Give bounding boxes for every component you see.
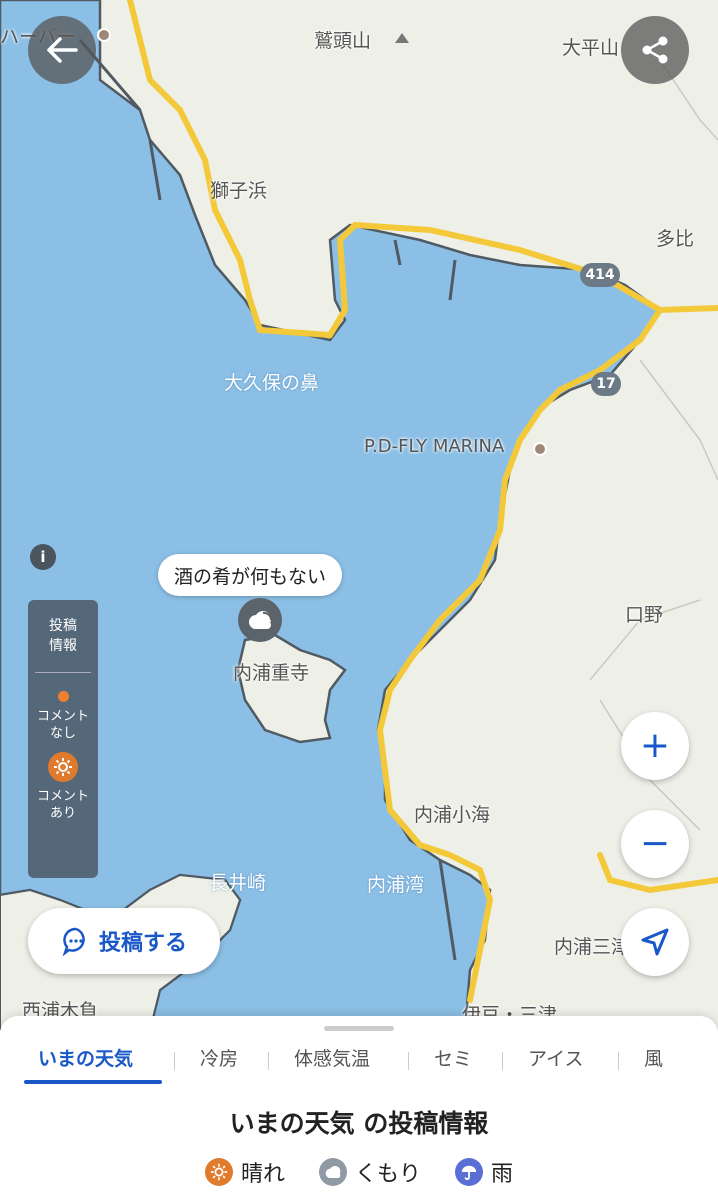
navigation-arrow-icon (641, 928, 669, 956)
weather-legend: 晴れ くもり 雨 (0, 1156, 718, 1188)
share-icon (642, 36, 668, 64)
minus-icon: − (639, 823, 671, 864)
tab-separator (502, 1052, 503, 1070)
share-button[interactable] (621, 16, 689, 84)
tab-separator (408, 1052, 409, 1070)
place-label-uchiurawan: 内浦湾 (367, 874, 425, 896)
legend-title-line1: 投稿 (49, 618, 77, 634)
post-button[interactable]: 投稿する (28, 908, 220, 974)
tab-wind[interactable]: 風 (644, 1042, 663, 1086)
map-graphics (0, 0, 718, 1032)
legend-no-comment: コメント なし (28, 708, 98, 742)
weather-legend-rain-label: 雨 (491, 1162, 514, 1187)
locate-button[interactable] (621, 908, 689, 976)
post-button-label: 投稿する (98, 931, 187, 956)
zoom-in-button[interactable]: + (621, 712, 689, 780)
place-label-ohira: 大平山 (562, 37, 620, 59)
legend-divider (35, 672, 91, 673)
legend-title-line2: 情報 (49, 638, 77, 654)
harbor-marker (97, 28, 111, 42)
tab-separator (618, 1052, 619, 1070)
plus-icon: + (639, 725, 671, 766)
place-label-juji: 内浦重寺 (233, 662, 310, 684)
weather-legend-rain: 雨 (455, 1156, 513, 1188)
sheet-title: いまの天気 の投稿情報 (229, 1109, 489, 1138)
weather-legend-sunny-label: 晴れ (240, 1162, 285, 1187)
map-canvas[interactable]: ハーバー 鷲頭山 大平山 獅子浜 多比 大久保の鼻 P.D-FLY MARINA… (0, 0, 718, 1032)
place-label-shishihama: 獅子浜 (210, 180, 268, 202)
weather-legend-sunny: 晴れ (204, 1156, 285, 1188)
route-shield-17: 17 (591, 372, 621, 396)
active-tab-indicator (24, 1080, 162, 1084)
legend-title: 投稿 情報 (28, 616, 98, 656)
post-legend-panel: 投稿 情報 コメント なし コメント あり (28, 600, 98, 878)
arrow-left-icon (47, 37, 78, 63)
place-label-washizu: 鷲頭山 (314, 30, 372, 52)
place-label-tai: 多比 (656, 228, 695, 250)
post-marker[interactable] (238, 598, 282, 642)
place-label-mito: 内浦三津 (554, 936, 631, 958)
tab-cicada[interactable]: セミ (434, 1042, 472, 1086)
route-shield-414: 414 (580, 263, 620, 287)
cloudy-icon (249, 611, 273, 629)
add-comment-icon (62, 927, 85, 956)
mountain-icon (395, 33, 409, 43)
umbrella-icon (455, 1158, 483, 1186)
legend-no-comment-line1: コメント (36, 709, 89, 724)
weather-legend-cloudy-label: くもり (354, 1162, 421, 1187)
post-bubble[interactable]: 酒の肴が何もない (158, 554, 343, 596)
legend-comment-line1: コメント (36, 789, 89, 804)
bottom-sheet: いまの天気 冷房 体感気温 セミ アイス 風 いまの天気 の投稿情報 晴れ くも… (0, 1016, 718, 1200)
post-bubble-text: 酒の肴が何もない (174, 565, 327, 588)
info-icon[interactable]: i (30, 544, 56, 570)
legend-comment-line2: あり (49, 806, 76, 821)
back-button[interactable] (28, 16, 96, 84)
marina-marker (533, 442, 547, 456)
place-label-nagaizaki: 長井崎 (209, 872, 267, 894)
weather-legend-cloudy: くもり (318, 1156, 421, 1188)
sheet-drag-handle[interactable] (324, 1026, 394, 1031)
place-label-okubo: 大久保の鼻 (224, 372, 320, 394)
legend-comment: コメント あり (28, 788, 98, 822)
tab-ice[interactable]: アイス (528, 1042, 583, 1086)
tab-cooling[interactable]: 冷房 (200, 1042, 238, 1086)
no-comment-dot-icon (57, 691, 69, 702)
sun-icon (204, 1158, 233, 1186)
legend-no-comment-line2: なし (49, 726, 76, 741)
place-label-marina: P.D-FLY MARINA (364, 436, 505, 457)
place-label-kuchino: 口野 (625, 604, 664, 626)
tab-separator (268, 1052, 269, 1070)
comment-sun-icon (48, 752, 78, 782)
cloud-icon (318, 1158, 347, 1186)
tab-feels-like[interactable]: 体感気温 (294, 1042, 370, 1086)
place-label-koumi: 内浦小海 (414, 804, 491, 826)
zoom-out-button[interactable]: − (621, 810, 689, 878)
tab-separator (174, 1052, 175, 1070)
